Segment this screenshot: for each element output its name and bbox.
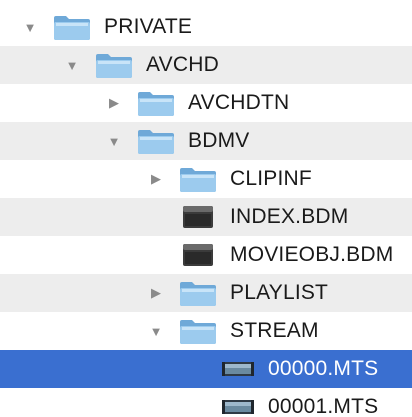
folder-icon bbox=[178, 165, 218, 193]
file-icon bbox=[178, 203, 218, 231]
tree-row-label: AVCHD bbox=[146, 53, 219, 76]
folder-icon bbox=[178, 317, 218, 345]
tree-row-private[interactable]: ▼ PRIVATE bbox=[0, 8, 412, 46]
disclosure-expanded-icon[interactable]: ▼ bbox=[22, 19, 38, 35]
tree-row-playlist[interactable]: ▶ PLAYLIST bbox=[0, 274, 412, 312]
disclosure-expanded-icon[interactable]: ▼ bbox=[106, 133, 122, 149]
tree-row-clipinf[interactable]: ▶ CLIPINF bbox=[0, 160, 412, 198]
folder-icon bbox=[136, 127, 176, 155]
tree-row-label: 00001.MTS bbox=[268, 395, 379, 417]
disclosure-collapsed-icon[interactable]: ▶ bbox=[148, 285, 164, 301]
tree-row-index-bdm[interactable]: INDEX.BDM bbox=[0, 198, 412, 236]
folder-icon bbox=[136, 89, 176, 117]
tree-row-00000-mts[interactable]: 00000.MTS bbox=[0, 350, 412, 388]
tree-row-label: 00000.MTS bbox=[268, 357, 379, 380]
tree-row-label: MOVIEOBJ.BDM bbox=[230, 243, 394, 266]
tree-row-label: BDMV bbox=[188, 129, 250, 152]
file-tree: ▼ PRIVATE ▼ AVCHD ▶ AVCHDTN ▼ BDMV ▶ CLI… bbox=[0, 0, 412, 417]
tree-row-avchd[interactable]: ▼ AVCHD bbox=[0, 46, 412, 84]
disclosure-collapsed-icon[interactable]: ▶ bbox=[148, 171, 164, 187]
tree-row-00001-mts[interactable]: 00001.MTS bbox=[0, 388, 412, 417]
folder-icon bbox=[178, 279, 218, 307]
disclosure-expanded-icon[interactable]: ▼ bbox=[64, 57, 80, 73]
folder-icon bbox=[94, 51, 134, 79]
video-file-icon bbox=[220, 357, 256, 381]
tree-row-label: INDEX.BDM bbox=[230, 205, 349, 228]
tree-row-label: AVCHDTN bbox=[188, 91, 290, 114]
tree-row-movieobj-bdm[interactable]: MOVIEOBJ.BDM bbox=[0, 236, 412, 274]
folder-icon bbox=[52, 13, 92, 41]
disclosure-expanded-icon[interactable]: ▼ bbox=[148, 323, 164, 339]
file-icon bbox=[178, 241, 218, 269]
tree-row-label: PRIVATE bbox=[104, 15, 193, 38]
tree-row-label: PLAYLIST bbox=[230, 281, 329, 304]
tree-row-label: STREAM bbox=[230, 319, 319, 342]
tree-row-bdmv[interactable]: ▼ BDMV bbox=[0, 122, 412, 160]
tree-row-label: CLIPINF bbox=[230, 167, 312, 190]
tree-row-avchdtn[interactable]: ▶ AVCHDTN bbox=[0, 84, 412, 122]
tree-row-stream[interactable]: ▼ STREAM bbox=[0, 312, 412, 350]
video-file-icon bbox=[220, 395, 256, 417]
disclosure-collapsed-icon[interactable]: ▶ bbox=[106, 95, 122, 111]
